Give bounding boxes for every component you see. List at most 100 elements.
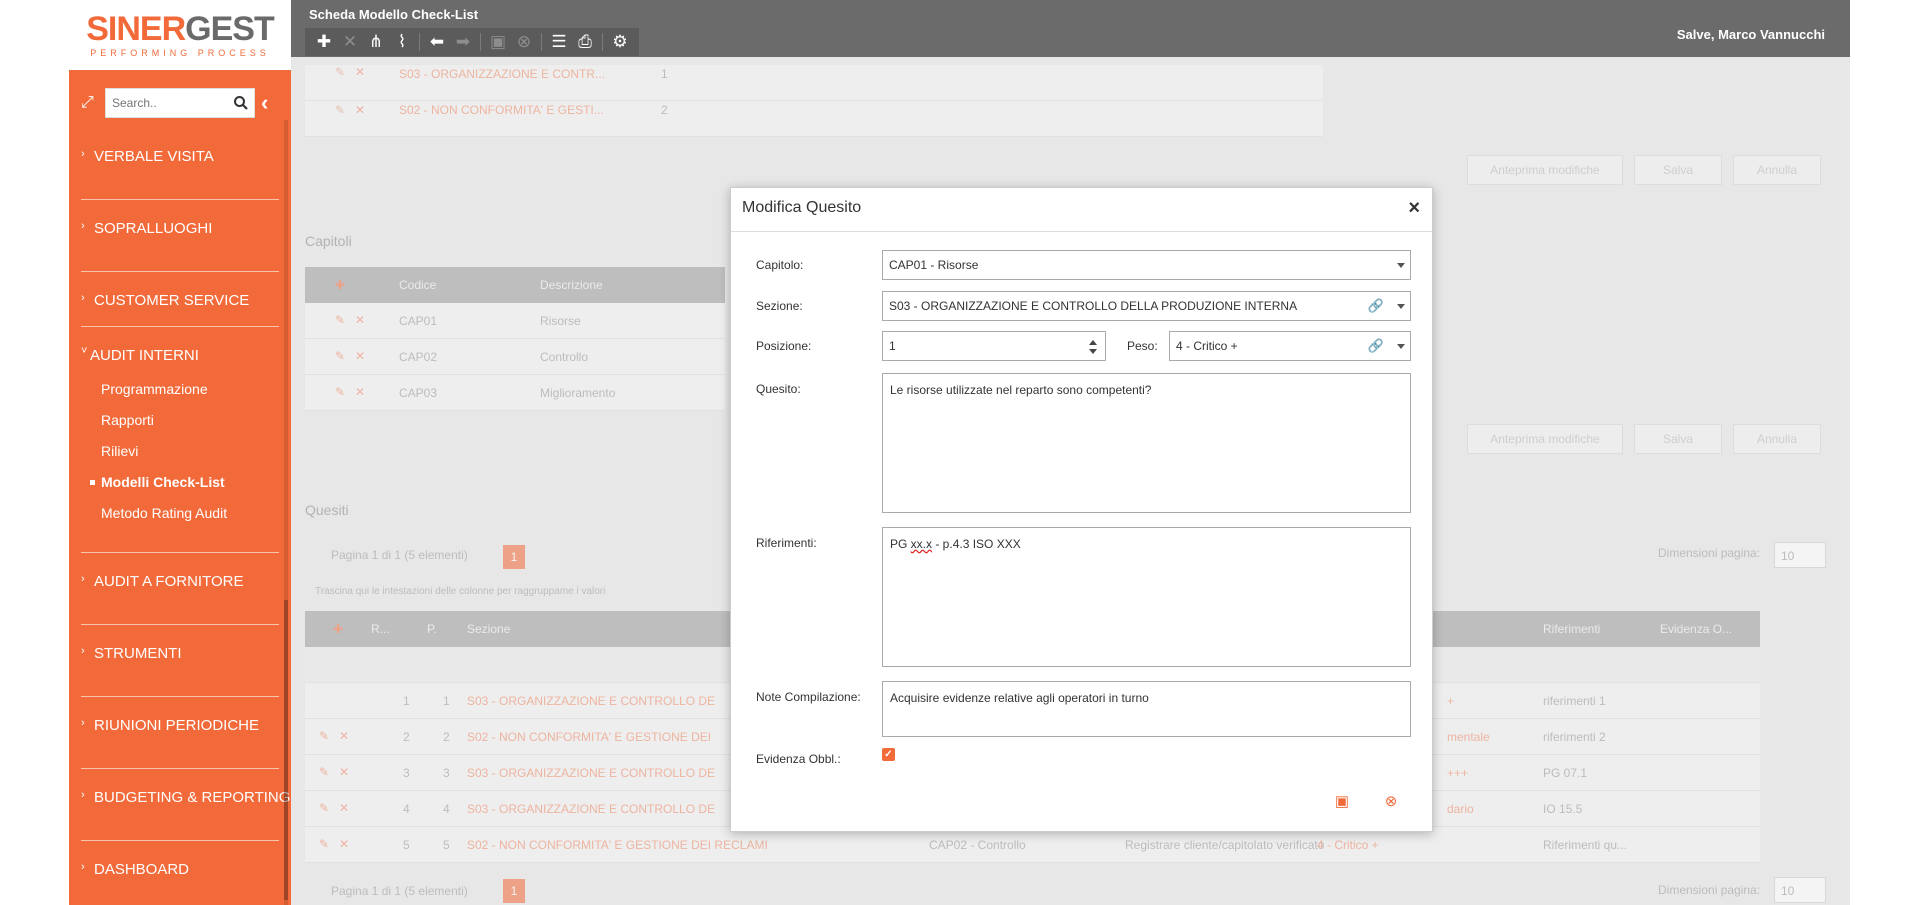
peso-select[interactable]: 4 - Critico + 🔗 — [1169, 331, 1411, 361]
logo: SINERGEST PERFORMING PROCESS — [69, 0, 291, 70]
posizione-value: 1 — [889, 339, 896, 353]
list-icon[interactable]: ☰ — [546, 29, 572, 55]
user-greeting: Salve, Marco Vannucchi — [1676, 27, 1825, 42]
peso-value: 4 - Critico + — [1176, 339, 1238, 353]
sidebar-item-customer-service[interactable]: › CUSTOMER SERVICE — [81, 272, 279, 327]
logo-text-gest: GEST — [185, 10, 275, 48]
logo-text-siner: SINER — [86, 10, 186, 48]
note-value: Acquisire evidenze relative agli operato… — [890, 691, 1149, 705]
search-icon[interactable] — [233, 95, 249, 111]
save-icon[interactable]: ▣ — [485, 29, 511, 55]
sidebar: SINERGEST PERFORMING PROCESS ⤢ ‹ › VERBAL… — [69, 0, 291, 905]
sidebar-item-label: AUDIT INTERNI — [90, 347, 199, 364]
sidebar-item-audit-a-fornitore[interactable]: › AUDIT A FORNITORE — [81, 553, 279, 625]
delete-icon[interactable]: ✕ — [337, 29, 363, 55]
posizione-stepper[interactable]: 1 — [882, 331, 1106, 361]
dialog-header: Modifica Quesito × — [731, 188, 1432, 232]
sidebar-subitem-modelli-check-list[interactable]: Modelli Check-List — [101, 474, 225, 490]
sezione-select[interactable]: S03 - ORGANIZZAZIONE E CONTROLLO DELLA P… — [882, 291, 1411, 321]
chevron-down-icon[interactable] — [1397, 344, 1405, 349]
search-box[interactable] — [105, 88, 255, 118]
spinner-down-icon[interactable] — [1089, 349, 1097, 354]
chevron-down-icon[interactable] — [1397, 263, 1405, 268]
sidebar-subitem-rilievi[interactable]: Rilievi — [101, 443, 138, 459]
sidebar-item-sopralluoghi[interactable]: › SOPRALLUOGHI — [81, 200, 279, 272]
chevron-right-icon: › — [81, 573, 85, 585]
page-title: Scheda Modello Check-List — [309, 7, 479, 22]
evidenza-checkbox[interactable]: ✓ — [882, 748, 895, 761]
chevron-right-icon: › — [81, 717, 85, 729]
toolbar-divider — [602, 33, 603, 51]
cancel-icon[interactable]: ⊗ — [1380, 791, 1402, 813]
expand-icon[interactable]: ⤢ — [81, 93, 101, 113]
link-icon[interactable]: 🔗 — [1368, 338, 1384, 354]
chevron-down-icon[interactable] — [1397, 304, 1405, 309]
riferimenti-suffix: - p.4.3 ISO XXX — [932, 537, 1021, 551]
riferimenti-prefix: PG — [890, 537, 911, 551]
sidebar-search-row: ⤢ ‹ — [81, 88, 281, 118]
sidebar-item-strumenti[interactable]: › STRUMENTI — [81, 625, 279, 697]
search-input[interactable] — [106, 89, 226, 117]
chevron-right-icon: › — [81, 645, 85, 657]
chevron-right-icon: › — [81, 148, 85, 160]
sidebar-item-verbale-visita[interactable]: › VERBALE VISITA — [81, 128, 279, 200]
toolbar-divider — [480, 33, 481, 51]
chevron-right-icon: › — [81, 789, 85, 801]
quesito-textarea[interactable]: Le risorse utilizzate nel reparto sono c… — [882, 373, 1411, 513]
print-icon[interactable]: ⎙ — [572, 29, 598, 55]
capitolo-value: CAP01 - Risorse — [889, 258, 979, 272]
riferimenti-value: PG xx.x - p.4.3 ISO XXX — [890, 537, 1021, 551]
sidebar-subitem-rapporti[interactable]: Rapporti — [101, 412, 154, 428]
dialog-title: Modifica Quesito — [742, 199, 862, 216]
arrow-left-icon[interactable]: ⬅ — [424, 29, 450, 55]
sidebar-item-label: CUSTOMER SERVICE — [94, 292, 250, 309]
sidebar-item-dashboard[interactable]: › DASHBOARD — [81, 841, 279, 905]
sidebar-item-label: RIUNIONI PERIODICHE — [94, 717, 260, 734]
sidebar-item-label: VERBALE VISITA — [94, 148, 214, 165]
note-textarea[interactable]: Acquisire evidenze relative agli operato… — [882, 681, 1411, 737]
sezione-value: S03 - ORGANIZZAZIONE E CONTROLLO DELLA P… — [889, 299, 1298, 313]
attachment-icon[interactable]: ⌇ — [389, 29, 415, 55]
sidebar-item-label: AUDIT A FORNITORE — [94, 573, 244, 590]
sidebar-item-label: STRUMENTI — [94, 645, 182, 662]
riferimenti-spellcheck-word: xx.x — [910, 537, 933, 551]
spinner-up-icon[interactable] — [1089, 340, 1097, 345]
active-bullet-icon — [90, 480, 95, 485]
toolbar-divider — [419, 33, 420, 51]
capitolo-select[interactable]: CAP01 - Risorse — [882, 250, 1411, 280]
arrow-right-icon[interactable]: ➡ — [450, 29, 476, 55]
quesito-value: Le risorse utilizzate nel reparto sono c… — [890, 383, 1152, 397]
chevron-left-icon[interactable]: ‹ — [261, 90, 268, 116]
logo-tagline: PERFORMING PROCESS — [90, 48, 270, 58]
peso-label: Peso: — [1127, 339, 1158, 353]
sidebar-nav: › VERBALE VISITA › SOPRALLUOGHI › CUSTOMER … — [69, 128, 291, 905]
riferimenti-textarea[interactable]: PG xx.x - p.4.3 ISO XXX — [882, 527, 1411, 667]
sidebar-subitem-programmazione[interactable]: Programmazione — [101, 381, 208, 397]
evidenza-label: Evidenza Obbl.: — [756, 752, 841, 766]
gear-icon[interactable]: ⚙ — [607, 29, 633, 55]
riferimenti-label: Riferimenti: — [756, 536, 817, 550]
chevron-down-icon: ˅ — [81, 345, 88, 357]
header: Scheda Modello Check-List ✚ ✕ ⋔ ⌇ ⬅ ➡ ▣ … — [291, 0, 1850, 57]
sidebar-scrollbar-thumb[interactable] — [284, 600, 288, 900]
capitolo-label: Capitolo: — [756, 258, 804, 272]
posizione-label: Posizione: — [756, 339, 812, 353]
sidebar-item-label: DASHBOARD — [94, 861, 190, 878]
chevron-right-icon: › — [81, 861, 85, 873]
sidebar-item-label: BUDGETING & REPORTING — [94, 789, 291, 806]
sidebar-item-budgeting-reporting[interactable]: › BUDGETING & REPORTING — [81, 769, 290, 841]
link-icon[interactable]: 🔗 — [1368, 298, 1384, 314]
sidebar-subitem-metodo-rating-audit[interactable]: Metodo Rating Audit — [101, 505, 227, 521]
hierarchy-icon[interactable]: ⋔ — [363, 29, 389, 55]
modifica-quesito-dialog: Modifica Quesito × Capitolo: CAP01 - Ris… — [730, 187, 1433, 832]
add-icon[interactable]: ✚ — [311, 29, 337, 55]
cancel-icon[interactable]: ⊗ — [511, 29, 537, 55]
sezione-label: Sezione: — [756, 299, 803, 313]
toolbar: ✚ ✕ ⋔ ⌇ ⬅ ➡ ▣ ⊗ ☰ ⎙ ⚙ — [305, 28, 639, 56]
sidebar-item-riunioni-periodiche[interactable]: › RIUNIONI PERIODICHE — [81, 697, 279, 769]
note-label: Note Compilazione: — [756, 690, 861, 704]
quesito-label: Quesito: — [756, 382, 801, 396]
save-icon[interactable]: ▣ — [1331, 791, 1353, 813]
sidebar-item-audit-interni[interactable]: ˅ AUDIT INTERNI Programmazione Rapporti … — [81, 327, 279, 553]
close-icon[interactable]: × — [1408, 197, 1420, 220]
